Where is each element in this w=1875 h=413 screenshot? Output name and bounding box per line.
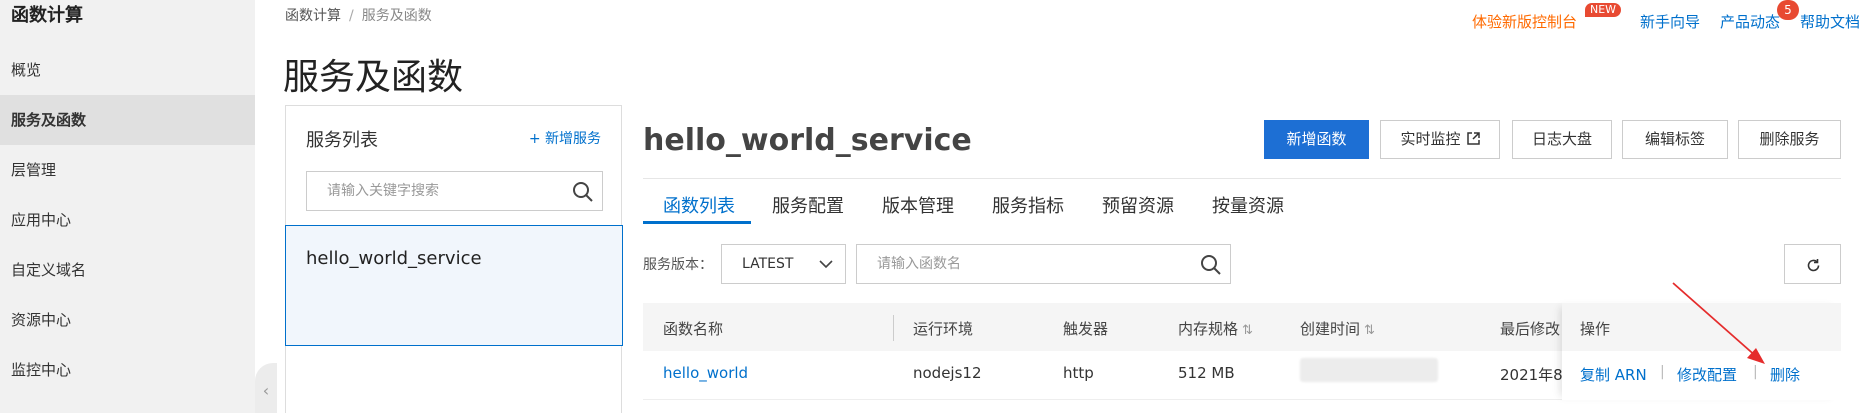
column-resize-handle[interactable] — [893, 315, 894, 341]
search-icon[interactable] — [572, 181, 594, 203]
help-docs-link[interactable]: 帮助文档 — [1800, 11, 1860, 32]
version-label: 服务版本： — [643, 257, 713, 273]
memory-cell: 512 MB — [1178, 364, 1235, 382]
sidebar-item-label: 应用中心 — [11, 211, 72, 229]
service-list-item[interactable]: hello_world_service — [285, 225, 623, 346]
breadcrumb: 函数计算 / 服务及函数 — [285, 5, 432, 25]
col-last-modified: 最后修改 — [1500, 320, 1561, 338]
sort-icon[interactable]: ⇅ — [1242, 323, 1253, 338]
tab-function-list[interactable]: 函数列表 — [663, 192, 735, 218]
sidebar-item-label: 资源中心 — [11, 311, 72, 329]
breadcrumb-item-fc[interactable]: 函数计算 — [285, 8, 341, 24]
ops-header: 操作 — [1562, 303, 1841, 351]
col-runtime: 运行环境 — [913, 320, 974, 338]
app-title: 函数计算 — [11, 5, 83, 26]
sidebar-collapse-button[interactable]: ‹ — [255, 363, 277, 413]
sidebar-item-overview[interactable]: 概览 — [0, 45, 255, 95]
col-trigger: 触发器 — [1063, 320, 1109, 338]
col-created-time[interactable]: 创建时间 ⇅ — [1300, 318, 1375, 339]
ops-header-label: 操作 — [1580, 320, 1611, 338]
add-function-button[interactable]: 新增函数 — [1264, 120, 1369, 159]
service-list-title: 服务列表 — [306, 130, 378, 151]
operations-column: 操作 复制 ARN | 修改配置 | 删除 — [1562, 303, 1841, 400]
breadcrumb-separator: / — [349, 8, 354, 24]
col-memory-label: 内存规格 — [1178, 320, 1239, 338]
chevron-left-icon: ‹ — [262, 381, 270, 400]
active-tab-indicator — [643, 221, 751, 224]
guide-link[interactable]: 新手向导 — [1640, 11, 1700, 32]
trigger-cell: http — [1063, 364, 1094, 382]
copy-arn-link[interactable]: 复制 ARN — [1580, 364, 1647, 385]
ops-separator: | — [1660, 364, 1665, 380]
sidebar-item-app-center[interactable]: 应用中心 — [0, 195, 255, 245]
breadcrumb-item-current: 服务及函数 — [361, 8, 432, 24]
sidebar-item-label: 服务及函数 — [11, 111, 87, 129]
version-select[interactable]: LATEST — [721, 244, 846, 284]
function-search-input[interactable] — [857, 245, 1177, 283]
service-search-input[interactable] — [307, 172, 547, 210]
delete-service-button[interactable]: 删除服务 — [1738, 120, 1841, 159]
service-list-panel: 服务列表 + 新增服务 hello_world_service — [285, 105, 623, 413]
sidebar-item-layers[interactable]: 层管理 — [0, 145, 255, 195]
sidebar-item-resource-center[interactable]: 资源中心 — [0, 295, 255, 345]
sidebar-item-custom-domain[interactable]: 自定义域名 — [0, 245, 255, 295]
tab-on-demand-resources[interactable]: 按量资源 — [1212, 192, 1284, 218]
sidebar-item-label: 监控中心 — [11, 361, 72, 379]
version-value: LATEST — [742, 256, 794, 272]
service-name-heading: hello_world_service — [643, 123, 972, 158]
col-memory[interactable]: 内存规格 ⇅ — [1178, 318, 1253, 339]
edit-config-link[interactable]: 修改配置 — [1677, 364, 1737, 385]
edit-tags-button[interactable]: 编辑标签 — [1622, 120, 1728, 159]
realtime-monitor-button[interactable]: 实时监控 — [1380, 120, 1500, 159]
new-console-link[interactable]: 体验新版控制台 — [1472, 11, 1577, 32]
product-news-link[interactable]: 产品动态 — [1720, 11, 1780, 32]
log-dashboard-button[interactable]: 日志大盘 — [1512, 120, 1612, 159]
created-time-cell-redacted — [1300, 358, 1438, 382]
function-search-box — [856, 244, 1231, 284]
refresh-icon — [1807, 259, 1820, 272]
tab-service-metrics[interactable]: 服务指标 — [992, 192, 1064, 218]
search-icon[interactable] — [1200, 254, 1222, 276]
sidebar-item-label: 自定义域名 — [11, 261, 87, 279]
product-news-count-badge: 5 — [1777, 0, 1799, 20]
external-link-icon — [1466, 132, 1480, 145]
new-badge: NEW — [1585, 3, 1622, 17]
add-service-link[interactable]: + 新增服务 — [529, 128, 601, 148]
tab-service-config[interactable]: 服务配置 — [772, 192, 844, 218]
runtime-cell: nodejs12 — [913, 364, 982, 382]
sidebar-item-services-functions[interactable]: 服务及函数 — [0, 95, 255, 145]
tab-version-management[interactable]: 版本管理 — [882, 192, 954, 218]
tabs-divider — [643, 178, 1841, 179]
function-name-link[interactable]: hello_world — [663, 364, 748, 382]
sidebar-item-monitor-center[interactable]: 监控中心 — [0, 345, 255, 395]
sidebar: 函数计算 概览 服务及函数 层管理 应用中心 自定义域名 资源中心 监控中心 — [0, 0, 255, 413]
delete-function-link[interactable]: 删除 — [1770, 364, 1800, 385]
ops-separator: | — [1753, 364, 1758, 380]
page-title: 服务及函数 — [283, 57, 464, 98]
modified-time-cell: 2021年8 — [1500, 366, 1563, 384]
sidebar-item-label: 层管理 — [11, 161, 57, 179]
service-item-name: hello_world_service — [306, 248, 482, 269]
sidebar-item-label: 概览 — [11, 61, 42, 79]
tab-provisioned-resources[interactable]: 预留资源 — [1102, 192, 1174, 218]
col-function-name: 函数名称 — [663, 320, 724, 338]
service-search-box — [306, 171, 603, 211]
sort-icon[interactable]: ⇅ — [1364, 323, 1375, 338]
col-created-label: 创建时间 — [1300, 320, 1361, 338]
realtime-monitor-label: 实时监控 — [1400, 130, 1461, 148]
refresh-button[interactable] — [1784, 244, 1841, 284]
chevron-down-icon — [819, 260, 833, 269]
